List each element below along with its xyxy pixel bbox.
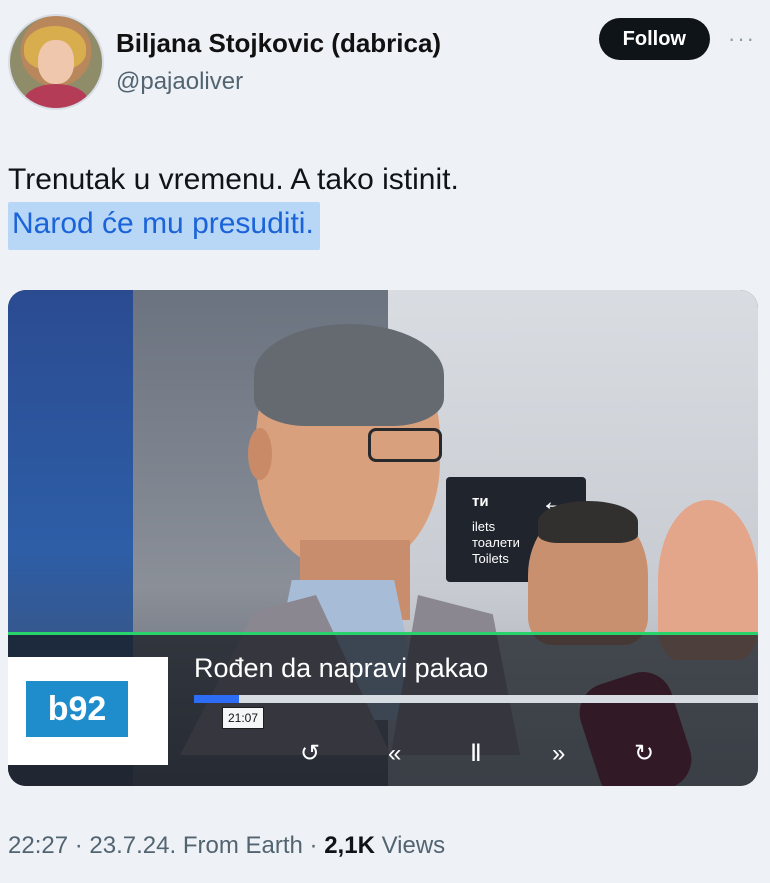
tweet-time: 22:27 <box>8 832 69 859</box>
tweet-meta: 22:27 · 23.7.24. From Earth · 2,1K Views <box>8 832 445 860</box>
display-name[interactable]: Biljana Stojkovic (dabrica) <box>116 28 441 59</box>
tweet-text: Trenutak u vremenu. A tako istinit. Naro… <box>8 160 748 250</box>
username-handle[interactable]: @pajaoliver <box>116 68 243 96</box>
tweet-line-1: Trenutak u vremenu. A tako istinit. <box>8 163 459 196</box>
glasses <box>368 428 442 462</box>
sign-text-4: Toilets <box>472 551 509 566</box>
sign-text-3: тоалети <box>472 535 520 550</box>
progress-fill <box>194 695 240 703</box>
person-ear <box>248 428 272 480</box>
timestamp-badge: 21:07 <box>222 707 264 729</box>
sign-text-1: ти <box>472 493 489 510</box>
background-person-1 <box>528 501 648 645</box>
progress-track[interactable] <box>194 695 758 703</box>
sign-text-2: ilets <box>472 519 496 534</box>
views-count: 2,1K <box>324 832 375 859</box>
meta-separator-1: · <box>74 832 90 859</box>
video-overlay: b92 Rođen da napravi pakao 21:07 ↺ « Ⅱ »… <box>8 632 758 786</box>
views-label: Views <box>381 832 446 859</box>
video-media[interactable]: ← ти ilets тоалети Toilets b92 Rođen da … <box>8 290 758 786</box>
video-controls: ↺ « Ⅱ » ↻ <box>300 739 660 769</box>
meta-separator-2: · <box>309 832 325 859</box>
more-icon[interactable]: ··· <box>728 26 756 52</box>
tweet-source: From Earth <box>182 832 303 859</box>
person-hair <box>254 324 444 426</box>
channel-logo-panel: b92 <box>8 657 168 765</box>
avatar-face <box>38 40 74 84</box>
tweet-header: Biljana Stojkovic (dabrica) @pajaoliver … <box>8 14 762 110</box>
tweet-line-2-highlighted: Narod će mu presuditi. <box>8 202 320 250</box>
avatar[interactable] <box>8 14 104 110</box>
pause-icon[interactable]: Ⅱ <box>470 739 482 769</box>
follow-button[interactable]: Follow <box>598 18 710 60</box>
rewind-icon[interactable]: « <box>388 739 401 769</box>
replay-icon[interactable]: ↺ <box>300 739 320 769</box>
tweet-screen: { "header": { "display_name": "Biljana S… <box>0 0 770 883</box>
refresh-icon[interactable]: ↻ <box>634 739 654 769</box>
channel-logo: b92 <box>26 681 128 737</box>
avatar-shirt <box>24 84 88 108</box>
background-person-1-hair <box>538 501 638 543</box>
video-headline: Rođen da napravi pakao <box>194 653 489 683</box>
forward-icon[interactable]: » <box>552 739 565 769</box>
tweet-date: 23.7.24. <box>89 832 177 859</box>
